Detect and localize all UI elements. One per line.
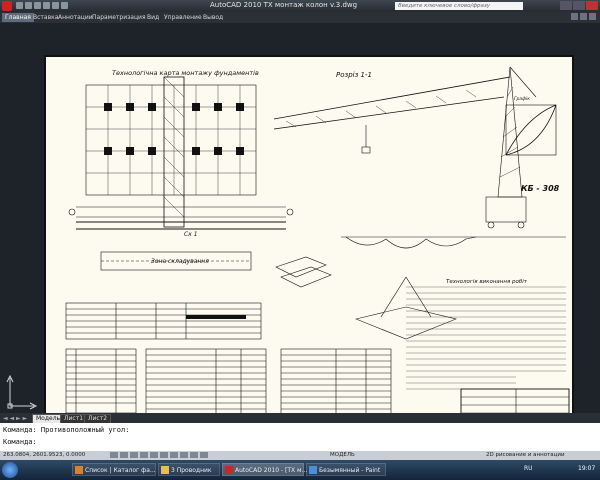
doc-restore-button[interactable] xyxy=(580,13,587,20)
clock[interactable]: 19:07 xyxy=(578,465,595,472)
polar-toggle[interactable] xyxy=(140,452,148,458)
taskbar-item-explorer[interactable]: 3 Проводник xyxy=(158,463,220,476)
ucs-icon xyxy=(6,374,38,410)
tab-layout2[interactable]: Лист2 xyxy=(84,414,112,423)
command-line[interactable]: Команда: Противоположный угол: Команда: xyxy=(0,423,600,451)
dyn-toggle[interactable] xyxy=(180,452,188,458)
ducs-toggle[interactable] xyxy=(170,452,178,458)
navigation-bar[interactable] xyxy=(586,57,598,397)
qp-toggle[interactable] xyxy=(200,452,208,458)
window-controls xyxy=(560,1,598,10)
drafting-modes xyxy=(110,452,208,458)
ortho-toggle[interactable] xyxy=(130,452,138,458)
maximize-button[interactable] xyxy=(573,1,585,10)
quick-access-toolbar xyxy=(16,2,68,10)
search-input[interactable]: Введите ключевое слово/фразу xyxy=(395,2,523,10)
status-bar: 263.0804, 2601.9523, 0.0000 МОДЕЛЬ 2D ри… xyxy=(0,451,600,460)
doc-minimize-button[interactable] xyxy=(571,13,578,20)
taskbar-item-paint[interactable]: Безымянный - Paint xyxy=(306,463,386,476)
axis-label: Ск 1 xyxy=(184,231,198,238)
drawing-sheet: Технологічна карта монтажу фундаментів Р… xyxy=(44,55,574,431)
plan-title: Технологічна карта монтажу фундаментів xyxy=(112,69,259,77)
window-title: AutoCAD 2010 TX монтаж колон v.3.dwg xyxy=(210,1,358,9)
tab-output[interactable]: Вывод xyxy=(200,13,226,22)
drawing-canvas xyxy=(65,66,570,428)
redo-icon[interactable] xyxy=(52,2,59,9)
windows-taskbar: Список | Каталог фа... 3 Проводник AutoC… xyxy=(0,460,600,480)
tab-view[interactable]: Вид xyxy=(144,13,162,22)
grid-toggle[interactable] xyxy=(120,452,128,458)
tab-layout1[interactable]: Лист1 xyxy=(60,414,88,423)
snap-toggle[interactable] xyxy=(110,452,118,458)
otrack-toggle[interactable] xyxy=(160,452,168,458)
application-menu-button[interactable] xyxy=(2,1,12,11)
layout-scroll-arrows[interactable]: ◄ ◄ ► ► xyxy=(3,415,27,422)
document-controls xyxy=(571,13,596,20)
osnap-toggle[interactable] xyxy=(150,452,158,458)
save-icon[interactable] xyxy=(34,2,41,9)
taskbar-item-total-commander[interactable]: Список | Каталог фа... xyxy=(72,463,156,476)
command-history: Команда: Противоположный угол: xyxy=(3,426,130,434)
undo-icon[interactable] xyxy=(43,2,50,9)
tab-parametric[interactable]: Параметризация xyxy=(89,13,149,22)
doc-close-button[interactable] xyxy=(589,13,596,20)
workspace-switcher[interactable]: 2D рисование и аннотации xyxy=(486,452,565,458)
new-icon[interactable] xyxy=(16,2,23,9)
start-button[interactable] xyxy=(2,462,18,478)
notes-title: Технологія виконання робіт xyxy=(446,279,528,285)
taskbar-item-autocad[interactable]: AutoCAD 2010 - [TX м... xyxy=(222,463,307,476)
drawing-area[interactable]: Технологічна карта монтажу фундаментів Р… xyxy=(0,23,600,431)
crane-label: КБ - 308 xyxy=(521,184,560,193)
model-toggle[interactable]: МОДЕЛЬ xyxy=(330,452,355,458)
plot-icon[interactable] xyxy=(61,2,68,9)
command-prompt[interactable]: Команда: xyxy=(3,438,37,446)
open-icon[interactable] xyxy=(25,2,32,9)
layout-tabs: ◄ ◄ ► ► Модель Лист1 Лист2 xyxy=(0,413,600,423)
tab-manage[interactable]: Управление xyxy=(161,13,205,22)
storage-zone-label: Зона складування xyxy=(151,258,209,265)
lwt-toggle[interactable] xyxy=(190,452,198,458)
title-bar: AutoCAD 2010 TX монтаж колон v.3.dwg Вве… xyxy=(0,0,600,12)
minimize-button[interactable] xyxy=(560,1,572,10)
section-title: Розріз 1-1 xyxy=(336,71,372,79)
close-button[interactable] xyxy=(586,1,598,10)
chart-title: Графік xyxy=(514,97,530,102)
language-indicator[interactable]: RU xyxy=(524,465,533,472)
coordinates-readout: 263.0804, 2601.9523, 0.0000 xyxy=(3,452,86,458)
